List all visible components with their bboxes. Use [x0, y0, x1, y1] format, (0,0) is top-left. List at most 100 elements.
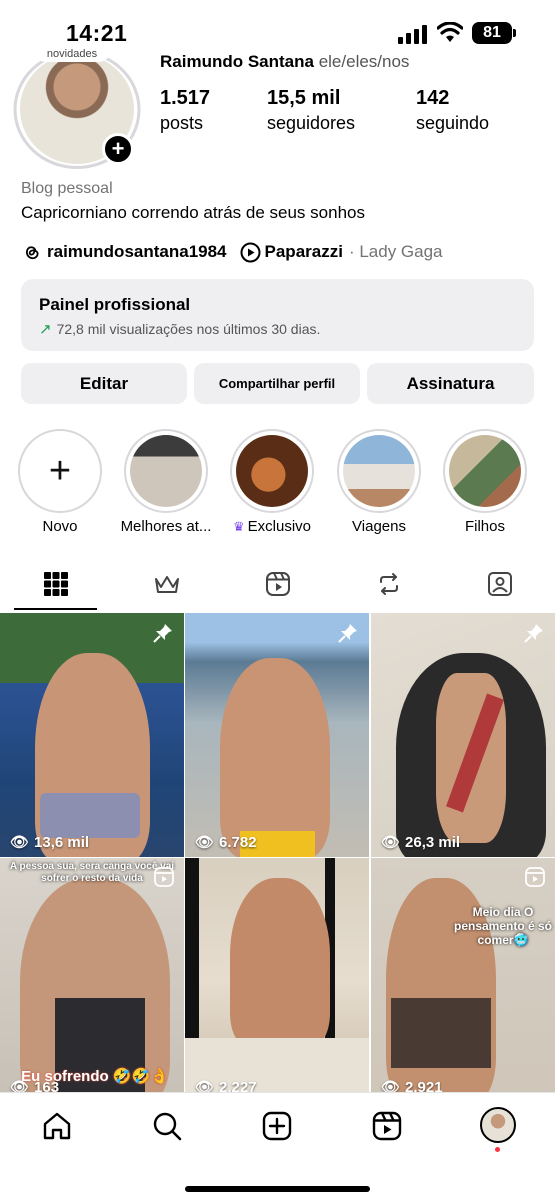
eye-icon: 👁	[10, 834, 30, 851]
avatar-note-bubble[interactable]: novidades	[32, 48, 112, 62]
profile-links-row: raimundosantana1984 Paparazzi · Lady Gag…	[21, 241, 443, 263]
create-icon	[262, 1111, 292, 1141]
post-subject	[40, 793, 140, 838]
share-profile-button[interactable]: Compartilhar perfil	[194, 363, 360, 404]
battery-tip	[513, 29, 516, 37]
nav-search[interactable]	[150, 1109, 184, 1143]
stat-label: seguidores	[267, 113, 356, 133]
post-views-count: 6.782	[219, 833, 257, 851]
trend-up-icon: ↗	[39, 321, 52, 338]
stat-value: 1.517	[160, 87, 211, 109]
highlight-cover	[130, 435, 202, 507]
stat-posts[interactable]: 1.517 posts	[160, 87, 210, 134]
grid-icon	[43, 572, 68, 596]
stat-label: seguindo	[416, 113, 490, 133]
highlight-ring	[230, 429, 314, 513]
search-icon	[153, 1112, 182, 1141]
highlight-exclusivo[interactable]: ♛ Exclusivo	[230, 429, 314, 535]
profile-display-name: Raimundo Santana	[160, 52, 314, 71]
active-tab-indicator	[14, 608, 97, 610]
highlight-ring	[124, 429, 208, 513]
threads-handle-link[interactable]: raimundosantana1984	[47, 242, 227, 262]
eye-icon: 👁	[381, 834, 401, 851]
professional-dashboard-panel[interactable]: Painel profissional ↗ 72,8 mil visualiza…	[21, 279, 534, 351]
reels-icon	[265, 572, 290, 596]
post-subject	[391, 998, 491, 1068]
pro-panel-subtitle: 72,8 mil visualizações nos últimos 30 di…	[56, 321, 321, 337]
pro-panel-subtitle-row: ↗ 72,8 mil visualizações nos últimos 30 …	[39, 320, 516, 338]
reels-icon	[372, 1111, 402, 1141]
post-tile[interactable]: Meio dia O pensamento é só comer🥶 👁 2.921	[371, 858, 555, 1102]
stat-value: 15,5 mil	[267, 87, 341, 109]
tab-reposts[interactable]	[333, 560, 444, 608]
stat-label: posts	[160, 113, 204, 133]
crown-icon	[154, 576, 179, 593]
post-tile[interactable]: 👁 6.782	[185, 613, 369, 857]
crown-icon: ♛	[232, 519, 245, 534]
home-indicator	[185, 1186, 370, 1192]
add-story-button[interactable]: +	[102, 133, 134, 165]
pin-icon	[524, 624, 543, 643]
pin-icon	[338, 624, 357, 643]
highlight-label: Filhos	[464, 518, 505, 535]
threads-icon	[25, 246, 39, 260]
profile-song-artist: · Lady Gaga	[348, 242, 443, 261]
highlight-cover	[449, 435, 521, 507]
highlight-new[interactable]: + Novo	[18, 429, 102, 535]
stat-value: 142	[416, 87, 450, 109]
tab-grid[interactable]	[0, 560, 111, 608]
highlight-label: Melhores at...	[120, 518, 212, 535]
stat-following[interactable]: 142 seguindo	[416, 87, 489, 134]
post-views: 👁 13,6 mil	[10, 833, 90, 852]
plus-icon: +	[48, 449, 72, 492]
tab-exclusive[interactable]	[111, 560, 222, 608]
repost-icon	[379, 573, 398, 595]
highlight-cover	[236, 435, 308, 507]
post-caption-top: Meio dia O pensamento é só comer🥶	[453, 905, 553, 947]
tab-reels[interactable]	[222, 560, 333, 608]
stat-followers[interactable]: 15,5 mil seguidores	[267, 87, 355, 134]
eye-icon: 👁	[195, 834, 215, 851]
highlight-cover	[343, 435, 415, 507]
wifi-icon	[437, 22, 463, 42]
pin-icon	[153, 624, 172, 643]
post-subject	[230, 878, 330, 1048]
subscription-button[interactable]: Assinatura	[367, 363, 534, 404]
home-icon	[43, 1112, 71, 1140]
play-circle-icon	[240, 242, 261, 262]
post-subject	[220, 658, 330, 857]
post-tile[interactable]: 👁 26,3 mil	[371, 613, 555, 857]
reels-icon	[525, 867, 545, 887]
bottom-navigation	[0, 1092, 555, 1200]
post-views-count: 13,6 mil	[34, 833, 90, 851]
tagged-icon	[487, 572, 512, 596]
highlight-label: ♛ Exclusivo	[216, 518, 328, 535]
post-tile[interactable]: 👁 13,6 mil	[0, 613, 184, 857]
post-tile[interactable]: A pessoa sua, sera canga você vai sofrer…	[0, 858, 184, 1102]
highlight-ring	[337, 429, 421, 513]
highlight-melhores[interactable]: Melhores at...	[121, 429, 211, 535]
post-tile[interactable]: 👁 2.227	[185, 858, 369, 1102]
highlight-label: Novo	[42, 518, 78, 535]
status-time: 14:21	[66, 20, 128, 46]
profile-category: Blog pessoal	[21, 180, 113, 197]
nav-reels[interactable]	[370, 1109, 404, 1143]
nav-home[interactable]	[40, 1109, 74, 1143]
nav-profile-avatar[interactable]	[480, 1107, 516, 1143]
highlight-viagens[interactable]: Viagens	[337, 429, 421, 535]
profile-bio: Capricorniano correndo atrás de seus son…	[21, 203, 365, 222]
post-views-count: 26,3 mil	[405, 833, 461, 851]
profile-pronouns: ele/eles/nos	[318, 52, 410, 71]
nav-create[interactable]	[260, 1109, 294, 1143]
highlight-filhos[interactable]: Filhos	[443, 429, 527, 535]
highlight-ring: +	[18, 429, 102, 513]
highlight-label-text: Exclusivo	[247, 518, 311, 535]
reels-icon	[154, 867, 174, 887]
pro-panel-title: Painel profissional	[39, 295, 191, 314]
battery-indicator: 81	[472, 22, 512, 44]
tab-tagged[interactable]	[444, 560, 555, 608]
highlight-label: Viagens	[352, 518, 406, 535]
edit-profile-button[interactable]: Editar	[21, 363, 187, 404]
notification-dot	[495, 1147, 500, 1152]
profile-song-link[interactable]: Paparazzi	[265, 242, 343, 262]
